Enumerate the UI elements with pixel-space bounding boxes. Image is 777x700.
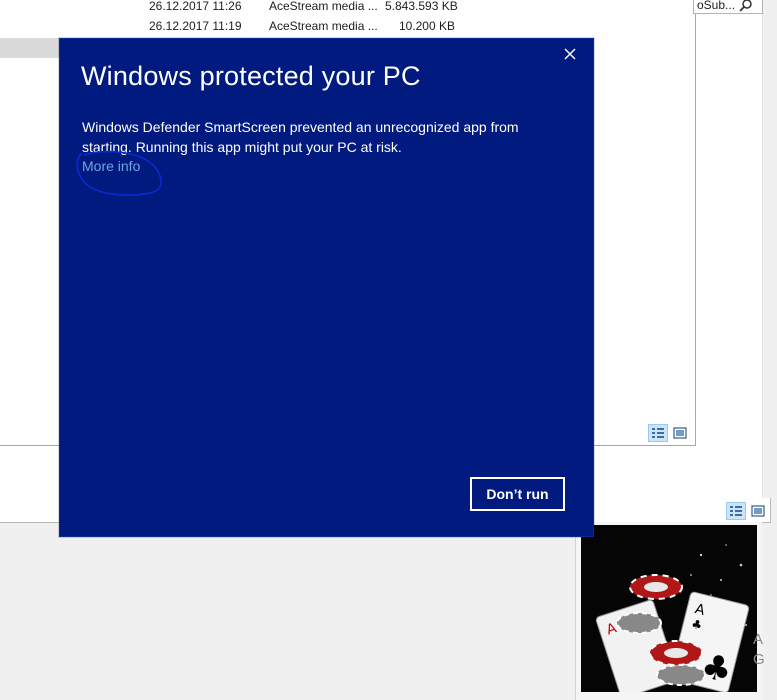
close-icon — [564, 48, 576, 60]
details-view-icon — [730, 506, 742, 516]
file-type: AceStream media ... — [269, 0, 377, 13]
large-icons-view-icon — [673, 427, 687, 439]
search-icon[interactable] — [739, 0, 753, 12]
more-info-link[interactable]: More info — [82, 158, 140, 174]
poker-thumbnail-image[interactable]: A A ♣ ♣ — [581, 525, 757, 692]
smartscreen-dialog: Windows protected your PC Windows Defend… — [59, 38, 594, 537]
file-date: 26.12.2017 11:26 — [149, 0, 242, 13]
large-icons-view-button[interactable] — [670, 424, 690, 442]
dialog-message: Windows Defender SmartScreen prevented a… — [82, 119, 519, 155]
close-button[interactable] — [560, 44, 580, 64]
thumbnail-edge-text: A G — [753, 631, 765, 668]
file-type: AceStream media ... — [269, 19, 377, 33]
large-icons-view-icon — [751, 505, 765, 517]
details-view-button[interactable] — [648, 424, 668, 442]
horizontal-scrollbar[interactable] — [0, 38, 60, 58]
file-date: 26.12.2017 11:19 — [149, 19, 242, 33]
details-view-icon — [652, 428, 664, 438]
file-size: 5.843.593 KB — [385, 0, 458, 13]
file-row[interactable]: 26.12.2017 11:26 AceStream media ... 5.8… — [0, 0, 470, 19]
file-row[interactable]: 26.12.2017 11:19 AceStream media ... 10.… — [0, 19, 470, 39]
large-icons-view-button[interactable] — [748, 502, 768, 520]
dont-run-button[interactable]: Don’t run — [470, 477, 565, 511]
details-view-button[interactable] — [726, 502, 746, 520]
file-size: 10.200 KB — [398, 19, 455, 33]
outer-scrollbar[interactable] — [762, 0, 771, 498]
dialog-title: Windows protected your PC — [81, 61, 421, 91]
